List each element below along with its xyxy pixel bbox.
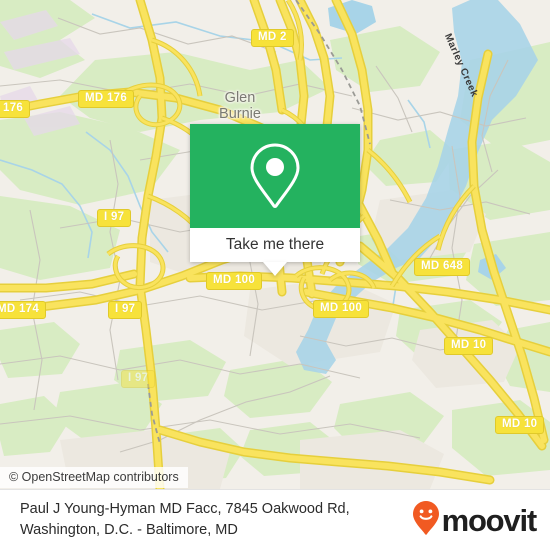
location-popup-card[interactable]: Take me there [190,124,360,276]
road-shield-md-100-right[interactable]: MD 100 [313,300,370,318]
footer-bar: Paul J Young-Hyman MD Facc, 7845 Oakwood… [0,489,550,550]
road-shield-i-97-mid[interactable]: I 97 [108,301,143,319]
road-shield-i-97-upper[interactable]: I 97 [97,209,132,227]
road-shield-md-174[interactable]: MD 174 [0,301,47,319]
road-shield-md-2[interactable]: MD 2 [251,29,294,47]
road-shield-i-97-lower[interactable]: I 97 [121,370,156,388]
popup-pin-area [190,124,360,228]
map-canvas[interactable]: Glen Burnie Marley Creek MD 2 MD 176 176… [0,0,550,489]
road-shield-md-176[interactable]: MD 176 [78,90,135,108]
take-me-there-button[interactable]: Take me there [190,228,360,262]
take-me-there-label: Take me there [225,236,325,253]
location-caption: Paul J Young-Hyman MD Facc, 7845 Oakwood… [20,501,350,538]
moovit-pin-smiley-icon [412,500,439,540]
road-shield-176-edge[interactable]: 176 [0,100,31,118]
place-label-glen-burnie: Glen Burnie [219,90,261,122]
osm-attribution[interactable]: © OpenStreetMap contributors [0,467,188,488]
road-shield-md-10-lower[interactable]: MD 10 [495,416,545,434]
road-shield-md-10-upper[interactable]: MD 10 [444,337,494,355]
moovit-logo[interactable]: moovit [412,500,538,540]
map-pin-icon [247,141,303,211]
osm-attribution-text: © OpenStreetMap contributors [9,470,179,484]
road-shield-md-648[interactable]: MD 648 [414,258,471,276]
popup-pointer [263,262,287,276]
map-screenshot-page: Glen Burnie Marley Creek MD 2 MD 176 176… [0,0,550,550]
road-shield-md-100-left[interactable]: MD 100 [206,272,263,290]
moovit-wordmark: moovit [441,502,538,538]
